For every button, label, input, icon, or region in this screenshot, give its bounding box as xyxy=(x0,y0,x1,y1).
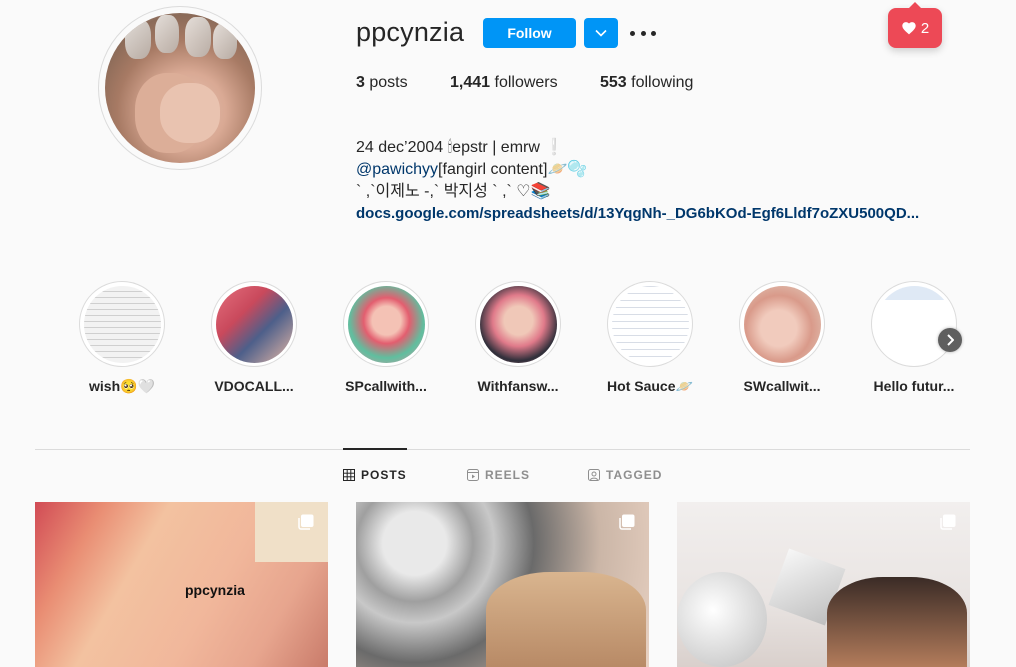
heart-icon xyxy=(902,22,916,35)
highlight-label: wish🥺🤍 xyxy=(89,378,155,394)
active-tab-indicator xyxy=(343,448,407,450)
follow-button[interactable]: Follow xyxy=(483,18,576,48)
tab-label: TAGGED xyxy=(606,468,663,482)
avatar-image xyxy=(105,13,255,163)
following-count: 553 xyxy=(600,74,627,91)
highlight-item[interactable]: Withfansw... xyxy=(474,281,562,394)
more-dot-icon xyxy=(651,30,656,36)
highlight-item[interactable]: SWcallwit... xyxy=(738,281,826,394)
tagged-icon xyxy=(588,469,600,481)
more-dot-icon xyxy=(630,30,635,36)
grid-icon xyxy=(343,469,355,481)
post-image-detail xyxy=(255,502,328,562)
multiple-photos-icon xyxy=(619,514,635,530)
post-image-detail xyxy=(486,572,646,667)
highlight-label: SPcallwith... xyxy=(345,378,427,394)
followers-label: followers xyxy=(494,74,558,91)
post-tile[interactable]: ppcynzia xyxy=(35,502,328,667)
highlights-next-button[interactable] xyxy=(938,328,962,352)
highlight-cover xyxy=(875,285,953,363)
profile-bio: 24 dec’2004 🕯epstr | emrw ❕ @pawichyy[fa… xyxy=(356,137,919,225)
highlight-cover-ring xyxy=(343,281,429,367)
chevron-right-icon xyxy=(947,334,954,346)
tab-label: REELS xyxy=(485,468,531,482)
highlight-cover-ring xyxy=(79,281,165,367)
tab-reels[interactable]: REELS xyxy=(467,468,530,482)
highlight-cover xyxy=(611,285,689,363)
highlight-label: VDOCALL... xyxy=(214,378,294,394)
bio-line: 24 dec’2004 🕯epstr | emrw ❕ xyxy=(356,139,565,156)
highlight-item[interactable]: SPcallwith... xyxy=(342,281,430,394)
highlight-label: SWcallwit... xyxy=(743,378,821,394)
highlight-cover xyxy=(215,285,293,363)
highlight-label: Hello futur... xyxy=(873,378,955,394)
profile-stats: 3 posts 1,441 followers 553 following xyxy=(356,74,693,92)
followers-stat[interactable]: 1,441 followers xyxy=(450,74,600,92)
following-stat[interactable]: 553 following xyxy=(600,74,693,92)
post-tile[interactable] xyxy=(356,502,649,667)
highlight-item[interactable]: wish🥺🤍 xyxy=(78,281,166,395)
bio-external-link[interactable]: docs.google.com/spreadsheets/d/13YqgNh-_… xyxy=(356,205,919,222)
suggested-accounts-button[interactable] xyxy=(584,18,618,48)
activity-notification[interactable]: 2 xyxy=(888,2,942,48)
highlight-item[interactable]: Hot Sauce🪐 xyxy=(606,281,694,395)
notification-count: 2 xyxy=(920,19,930,37)
more-dot-icon xyxy=(640,30,646,36)
highlight-cover-ring xyxy=(607,281,693,367)
highlight-cover xyxy=(743,285,821,363)
highlight-item[interactable]: VDOCALL... xyxy=(210,281,298,394)
post-tile[interactable] xyxy=(677,502,970,667)
highlight-cover xyxy=(347,285,425,363)
highlight-cover xyxy=(479,285,557,363)
highlight-label: Withfansw... xyxy=(477,378,559,394)
bio-line: @pawichyy[fangirl content]🪐🫧 xyxy=(356,159,919,181)
highlight-cover-ring xyxy=(211,281,297,367)
bio-line: ` ,`이제노 -,` 박지성 ` ,` ♡📚 xyxy=(356,183,551,200)
tabs-divider xyxy=(35,449,970,450)
multiple-photos-icon xyxy=(298,514,314,530)
more-options-button[interactable] xyxy=(630,22,656,44)
followers-count: 1,441 xyxy=(450,74,491,91)
multiple-photos-icon xyxy=(940,514,956,530)
post-image-detail xyxy=(677,572,767,667)
posts-count: 3 xyxy=(356,74,365,91)
profile-avatar[interactable] xyxy=(98,6,262,170)
posts-label: posts xyxy=(369,74,408,91)
profile-username: ppcynzia xyxy=(356,17,465,47)
reels-icon xyxy=(467,469,479,481)
highlight-cover-ring xyxy=(871,281,957,367)
posts-stat: 3 posts xyxy=(356,74,450,92)
highlight-cover-ring xyxy=(475,281,561,367)
highlight-cover xyxy=(83,285,161,363)
tab-label: POSTS xyxy=(361,468,407,482)
post-image-detail xyxy=(827,577,967,667)
bio-line-text: [fangirl content]🪐🫧 xyxy=(438,161,588,178)
bio-mention-link[interactable]: @pawichyy xyxy=(356,161,438,178)
following-label: following xyxy=(631,74,694,91)
tab-tagged[interactable]: TAGGED xyxy=(588,468,662,482)
highlight-cover-ring xyxy=(739,281,825,367)
post-caption-overlay: ppcynzia xyxy=(185,582,245,598)
tab-posts[interactable]: POSTS xyxy=(343,468,407,482)
highlight-label: Hot Sauce🪐 xyxy=(607,378,693,394)
chevron-down-icon xyxy=(595,29,607,37)
